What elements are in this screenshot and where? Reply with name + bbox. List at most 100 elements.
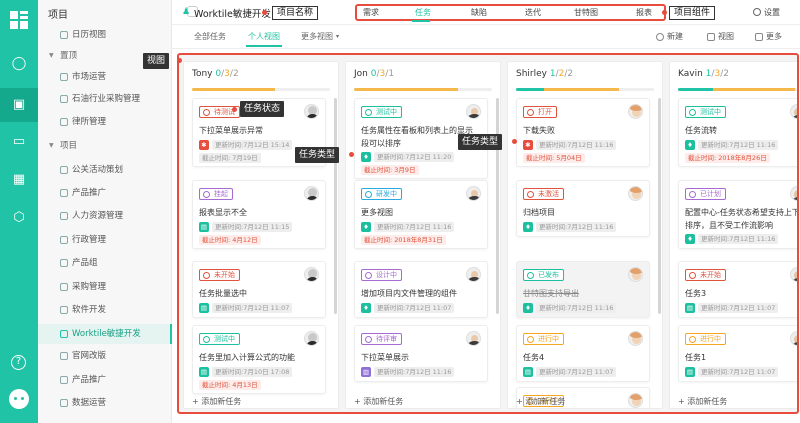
message-icon[interactable]: ◯ <box>11 56 27 72</box>
app-logo-icon[interactable] <box>10 11 28 29</box>
tab-iterations[interactable]: 迭代 <box>525 7 541 19</box>
task-card[interactable]: 已计划 配置中心-任务状态希望支持上下排序，且不受工作流影响 ♦ 更新时间:7月12日… <box>678 180 797 249</box>
assignee-avatar[interactable] <box>304 104 319 119</box>
task-card[interactable]: 未开始 任务3 ▤ 更新时间:7月12日 11:07 <box>678 261 797 318</box>
assignee-avatar[interactable] <box>466 104 481 119</box>
assignee-avatar[interactable] <box>628 267 643 282</box>
assignee-avatar[interactable] <box>628 186 643 201</box>
task-title[interactable]: 任务3 <box>685 287 797 300</box>
task-title[interactable]: 下拉菜单展示 <box>361 351 479 364</box>
tab-tasks[interactable]: 任务 <box>415 7 431 19</box>
sidebar-item[interactable]: 律所管理 <box>38 112 172 132</box>
task-title[interactable]: 甘特图支持导出 <box>523 287 641 300</box>
task-status-badge[interactable]: 已发布 <box>523 269 564 281</box>
assignee-avatar[interactable] <box>304 267 319 282</box>
task-title[interactable]: 归档项目 <box>523 206 641 219</box>
view-more-dropdown[interactable]: 更多视图 <box>301 31 333 42</box>
task-title[interactable]: 报表显示不全 <box>199 206 317 219</box>
sidebar-item[interactable]: 市场运营 <box>38 67 172 87</box>
task-card[interactable]: 待评审 下拉菜单展示 ▥ 更新时间:7月12日 11:16 <box>354 325 488 382</box>
sidebar-section[interactable]: ▼ 项目 <box>38 136 172 156</box>
task-status-badge[interactable]: 测试中 <box>685 106 726 118</box>
assignee-avatar[interactable] <box>790 267 797 282</box>
sidebar-item[interactable]: 产品推广 <box>38 183 172 203</box>
task-title[interactable]: 配置中心-任务状态希望支持上下排序，且不受工作流影响 <box>685 206 797 232</box>
calendar-icon[interactable]: ▦ <box>11 172 27 188</box>
assignee-avatar[interactable] <box>466 267 481 282</box>
chevron-down-icon[interactable]: ▾ <box>336 33 339 40</box>
task-status-badge[interactable]: 未激活 <box>523 188 564 200</box>
task-status-badge[interactable]: 测试中 <box>361 106 402 118</box>
tab-requirements[interactable]: 需求 <box>363 7 379 19</box>
assignee-avatar[interactable] <box>304 331 319 346</box>
task-status-badge[interactable]: 测试中 <box>199 333 240 345</box>
sidebar-item[interactable]: 官网改版 <box>38 346 172 366</box>
task-title[interactable]: 任务流转 <box>685 124 797 137</box>
task-status-badge[interactable]: 已计划 <box>685 188 726 200</box>
task-title[interactable]: 任务批量选中 <box>199 287 317 300</box>
project-name[interactable]: Worktile敏捷开发 <box>194 6 271 20</box>
column-scrollbar[interactable] <box>496 98 499 314</box>
task-card[interactable]: 进行中 任务1 ▤ 更新时间:7月12日 11:07 <box>678 325 797 382</box>
task-status-badge[interactable]: 研发中 <box>361 188 402 200</box>
task-card[interactable]: 已发布 甘特图支持导出 ♦ 更新时间:7月12日 11:16 <box>516 261 650 318</box>
task-card[interactable]: 测试中 任务流转 ♦ 更新时间:7月12日 11:16 截止时间: 2018年8月26日 <box>678 98 797 167</box>
sidebar-item[interactable]: 行政管理 <box>38 230 172 250</box>
task-status-badge[interactable]: 打开 <box>523 106 557 118</box>
task-card[interactable]: 测试中 任务里加入计算公式的功能 ▤ 更新时间:7月10日 17:08 截止时间: 4月… <box>192 325 326 394</box>
column-scrollbar[interactable] <box>658 98 661 314</box>
sidebar-item[interactable]: 产品推广 <box>38 370 172 390</box>
task-title[interactable]: 任务4 <box>523 351 641 364</box>
task-status-badge[interactable]: 未开始 <box>199 269 240 281</box>
task-title[interactable]: 下载失败 <box>523 124 641 137</box>
task-card[interactable]: 设计中 增加项目内文件管理的组件 ♦ 更新时间:7月12日 11:07 <box>354 261 488 318</box>
task-status-badge[interactable]: 设计中 <box>361 269 402 281</box>
task-title[interactable]: 增加项目内文件管理的组件 <box>361 287 479 300</box>
task-title[interactable]: 下拉菜单展示异常 <box>199 124 317 137</box>
menu-icon[interactable] <box>755 33 763 41</box>
task-card[interactable]: 未激活 归档项目 ♦ 更新时间:7月12日 11:16 <box>516 180 650 237</box>
collapse-caret-icon[interactable]: ▼ <box>49 136 54 156</box>
tab-reports[interactable]: 报表 <box>636 7 652 19</box>
view-personal[interactable]: 个人视图 <box>248 31 280 42</box>
sidebar-item[interactable]: 公关活动策划 <box>38 160 172 180</box>
assignee-avatar[interactable] <box>790 104 797 119</box>
more-button[interactable]: 更多 <box>766 31 782 42</box>
cube-icon[interactable]: ⬡ <box>11 210 27 226</box>
assignee-avatar[interactable] <box>304 186 319 201</box>
assignee-avatar[interactable] <box>628 393 643 408</box>
assignee-avatar[interactable] <box>628 104 643 119</box>
assignee-avatar[interactable] <box>790 331 797 346</box>
sidebar-item[interactable]: 产品组 <box>38 253 172 273</box>
sidebar-item[interactable]: 人力资源管理 <box>38 206 172 226</box>
folder-icon[interactable]: ▭ <box>11 134 27 150</box>
collapse-caret-icon[interactable]: ▼ <box>49 46 54 66</box>
plus-icon[interactable] <box>656 33 664 41</box>
project-icon[interactable]: ▣ <box>11 97 27 113</box>
task-title[interactable]: 更多视图 <box>361 206 479 219</box>
assignee-avatar[interactable] <box>628 331 643 346</box>
assignee-avatar[interactable] <box>466 186 481 201</box>
new-button[interactable]: 新建 <box>667 31 683 42</box>
assignee-avatar[interactable] <box>790 186 797 201</box>
sidebar-item[interactable]: 数据运营 <box>38 393 172 413</box>
view-button[interactable]: 视图 <box>718 31 734 42</box>
add-task-button[interactable]: + 添加新任务 <box>354 396 403 407</box>
settings-icon[interactable] <box>753 8 761 16</box>
task-card[interactable]: 挂起 报表显示不全 ▤ 更新时间:7月12日 11:15 截止时间: 4月12日 <box>192 180 326 249</box>
sidebar-item[interactable]: 日历视图 <box>38 25 172 45</box>
add-task-button[interactable]: + 添加新任务 <box>678 396 727 407</box>
sidebar-item[interactable]: 采购管理 <box>38 277 172 297</box>
task-card[interactable]: 打开 下载失败 ✱ 更新时间:7月12日 11:16 截止时间: 5月04日 <box>516 98 650 167</box>
tab-gantt[interactable]: 甘特图 <box>574 7 598 19</box>
help-icon[interactable]: ? <box>11 355 26 370</box>
task-status-badge[interactable]: 进行中 <box>523 333 564 345</box>
sidebar-item[interactable]: Worktile敏捷开发 <box>38 324 172 344</box>
task-title[interactable]: 任务里加入计算公式的功能 <box>199 351 317 364</box>
task-title[interactable]: 任务1 <box>685 351 797 364</box>
sidebar-item[interactable]: 软件开发 <box>38 300 172 320</box>
task-status-badge[interactable]: 进行中 <box>685 333 726 345</box>
task-card[interactable]: 进行中 任务4 ▤ 更新时间:7月12日 11:07 <box>516 325 650 382</box>
task-status-badge[interactable]: 待评审 <box>361 333 402 345</box>
tab-defects[interactable]: 缺陷 <box>471 7 487 19</box>
